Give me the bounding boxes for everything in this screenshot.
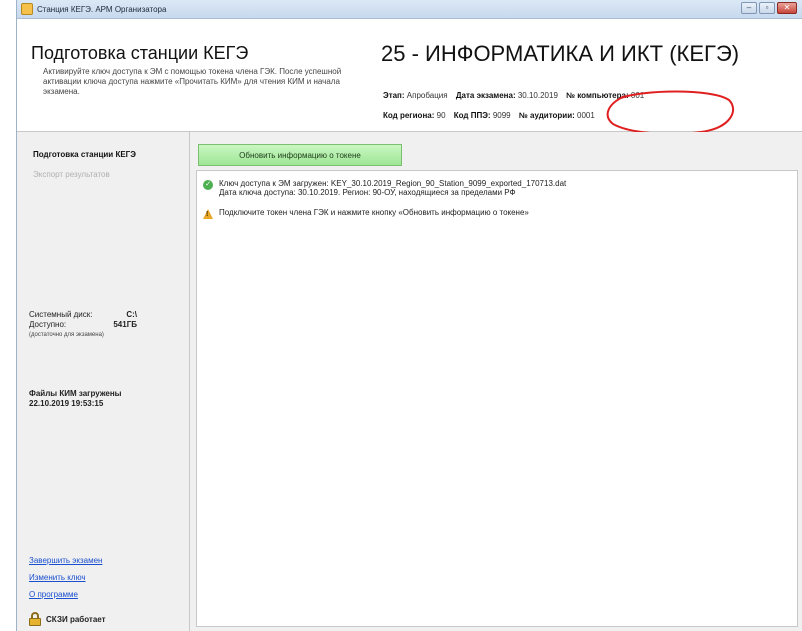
minimize-button[interactable]: – (741, 2, 757, 14)
system-disk-value: C:\ (126, 310, 137, 319)
window-title: Станция КЕГЭ. АРМ Организатора (37, 4, 167, 14)
check-circle-icon: ✓ (203, 180, 213, 190)
refresh-token-info-button[interactable]: Обновить информацию о токене (198, 144, 402, 166)
message-key-loaded: ✓ Ключ доступа к ЭМ загружен: KEY_30.10.… (203, 179, 566, 197)
lock-icon (29, 612, 41, 626)
exam-date-label: Дата экзамена: (455, 91, 516, 100)
stage-value: Апробация (406, 91, 448, 100)
app-icon (21, 3, 33, 15)
about-link[interactable]: О программе (29, 586, 102, 603)
message-panel: ✓ Ключ доступа к ЭМ загружен: KEY_30.10.… (196, 170, 798, 627)
sidebar-links: Завершить экзамен Изменить ключ О програ… (29, 552, 102, 603)
page-title: Подготовка станции КЕГЭ (31, 43, 249, 63)
message-key-loaded-line1: Ключ доступа к ЭМ загружен: KEY_30.10.20… (219, 179, 567, 188)
message-connect-token: Подключите токен члена ГЭК и нажмите кно… (203, 208, 529, 219)
skzi-status-text: СКЗИ работает (46, 614, 106, 624)
exam-info-row-1: Этап: Апробация Дата экзамена: 30.10.201… (383, 91, 644, 100)
exam-title: 25 - ИНФОРМАТИКА И ИКТ (КЕГЭ) (381, 41, 740, 66)
computer-no-label: № компьютера: (566, 91, 629, 100)
sidebar-item-export-results: Экспорт результатов (33, 170, 110, 179)
sidebar-item-prepare-station[interactable]: Подготовка станции КЕГЭ (33, 150, 136, 159)
disk-info: Системный диск: C:\ Доступно: 541ГБ (доста… (29, 310, 137, 340)
sidebar: Подготовка станции КЕГЭ Экспорт результа… (17, 132, 190, 631)
files-status-text: Файлы КИМ загружены (29, 389, 122, 398)
free-space-label: Доступно: (29, 320, 67, 329)
kim-files-status: Файлы КИМ загружены 22.10.2019 19:53:15 (29, 389, 122, 409)
skzi-status: СКЗИ работает (29, 612, 106, 626)
main-content: Обновить информацию о токене ✓ Ключ дост… (190, 132, 802, 631)
page-description: Активируйте ключ доступа к ЭМ с помощью … (43, 67, 342, 96)
ppe-label: Код ППЭ: (453, 111, 491, 120)
message-key-loaded-line2: Дата ключа доступа: 30.10.2019. Регион: … (219, 188, 516, 197)
page-header: Подготовка станции КЕГЭ Активируйте ключ… (17, 19, 802, 135)
change-key-link[interactable]: Изменить ключ (29, 569, 102, 586)
auditorium-label: № аудитории: (518, 111, 575, 120)
ppe-value: 9099 (492, 111, 511, 120)
window-controls: – ▫ ✕ (741, 2, 797, 14)
message-connect-token-text: Подключите токен члена ГЭК и нажмите кно… (219, 208, 529, 217)
auditorium-value: 0001 (577, 111, 595, 120)
close-button[interactable]: ✕ (777, 2, 797, 14)
app-window: Станция КЕГЭ. АРМ Организатора – ▫ ✕ Под… (16, 0, 802, 631)
title-bar[interactable]: Станция КЕГЭ. АРМ Организатора – ▫ ✕ (17, 0, 802, 19)
stage-label: Этап: (383, 91, 405, 100)
exam-date-value: 30.10.2019 (517, 91, 558, 100)
warning-icon (203, 209, 213, 219)
region-label: Код региона: (383, 111, 435, 120)
system-disk-label: Системный диск: (29, 310, 93, 319)
region-value: 90 (436, 111, 446, 120)
free-space-value: 541ГБ (113, 320, 137, 329)
computer-no-value: 001 (630, 91, 645, 100)
files-timestamp: 22.10.2019 19:53:15 (29, 399, 104, 408)
free-space-note: (достаточно для экзамена) (29, 332, 104, 338)
finish-exam-link[interactable]: Завершить экзамен (29, 552, 102, 569)
exam-info-row-2: Код региона: 90 Код ППЭ: 9099 № аудитори… (383, 111, 595, 120)
maximize-button[interactable]: ▫ (759, 2, 775, 14)
